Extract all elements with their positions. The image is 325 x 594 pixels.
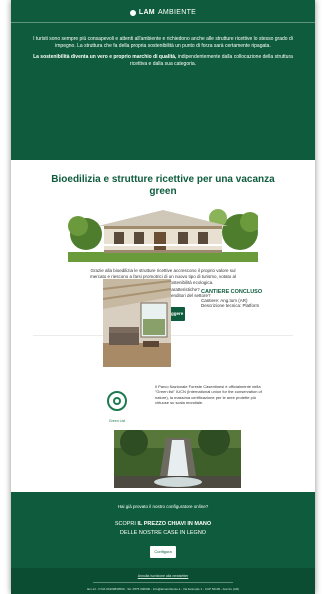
cantiere-line-2: Descrizione tecnica: Platform [201,303,260,308]
footer-subheadline: DELLE NOSTRE CASE IN LEGNO [119,530,207,536]
brand-logo[interactable]: LAM AMBIENTE [11,0,315,16]
house-photo[interactable] [68,206,260,262]
house-illustration [68,206,260,262]
park-text: Il Parco Nazionale Foreste Casentinesi è… [155,384,262,406]
header: LAM AMBIENTE I turisti sono sempre più co… [11,0,315,160]
intro-paragraph-1: I turisti sono sempre più consapevoli e … [33,36,293,49]
room-photo[interactable] [102,279,172,367]
page-background: LAM AMBIENTE I turisti sono sempre più co… [0,0,325,594]
waterfall-photo[interactable] [114,424,241,488]
logo-mark-icon [129,9,136,16]
cantiere-info: CANTIERE CONCLUSO Cantiere: Ang.tum (AR)… [201,289,262,308]
room-illustration [102,279,172,367]
logo-bold-text: LAM [138,9,155,16]
waterfall-illustration [114,424,241,488]
newsletter-email: LAM AMBIENTE I turisti sono sempre più co… [11,0,315,594]
footer-headline-bold: IL PREZZO CHIAVI IN MANO [137,521,212,527]
article-title: Bioedilizia e strutture ricettive per un… [51,174,275,197]
intro-paragraph-2: La sostenibilità diventa un vero e propr… [29,54,297,68]
configure-button[interactable]: Configura [150,546,176,558]
unsubscribe-link[interactable]: Annulla iscrizione alla newsletter [11,568,315,578]
footer-headline-pre: SCOPRI [114,521,138,527]
green-list-badge-icon: Green List [105,390,129,424]
footer: Hai già provato il nostro configuratore … [11,492,315,594]
footer-bar: Annulla iscrizione alla newsletter lam s… [11,568,315,594]
footer-headline: SCOPRI IL PREZZO CHIAVI IN MANO [11,521,315,527]
intro-text: I turisti sono sempre più consapevoli e … [11,23,315,68]
cantiere-title: CANTIERE CONCLUSO [201,289,263,295]
footer-question: Hai già provato il nostro configuratore … [117,504,209,509]
green-list-badge-svg [107,391,127,411]
logo-rest-text: AMBIENTE [157,9,197,16]
intro-bold: La sostenibilità diventa un vero e propr… [33,54,177,60]
footer-divider [93,582,233,583]
green-list-label: Green List [108,419,126,423]
legal-text: lam srl - P.IVA 01900830509 - Tel. 0575 … [86,587,240,591]
